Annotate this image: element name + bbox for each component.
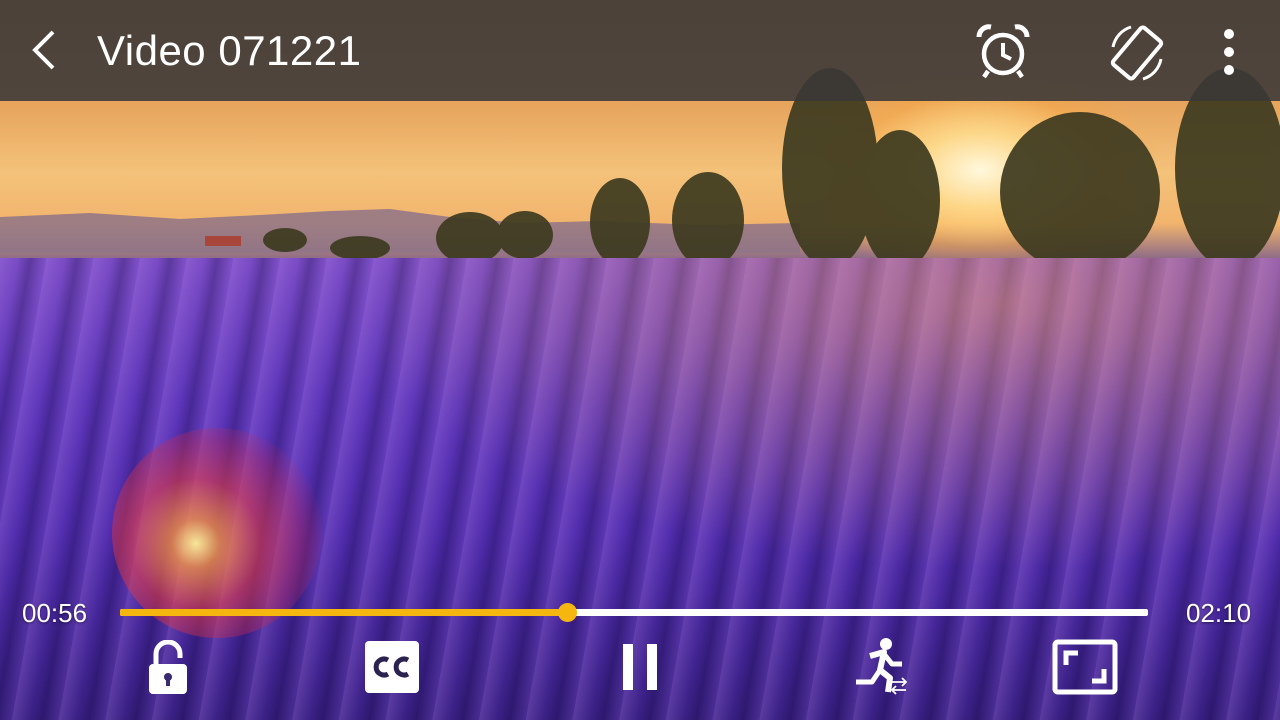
pause-icon (623, 644, 657, 690)
alarm-clock-icon (973, 21, 1033, 81)
rotate-screen-button[interactable] (1102, 20, 1172, 86)
fullscreen-icon (1052, 639, 1118, 695)
closed-captions-icon (364, 640, 420, 694)
screen-rotation-icon (1105, 21, 1169, 85)
sleep-timer-button[interactable] (970, 18, 1036, 84)
total-duration: 02:10 (1186, 598, 1252, 628)
pause-button[interactable] (612, 636, 668, 698)
unlocked-padlock-icon (146, 640, 190, 696)
seek-bar[interactable] (120, 603, 1148, 622)
top-app-bar: Video 071221 (0, 0, 1280, 101)
playback-speed-button[interactable] (846, 632, 914, 700)
more-options-button[interactable] (1208, 22, 1250, 82)
back-arrow-icon (29, 30, 59, 70)
screen-lock-button[interactable] (140, 636, 196, 700)
video-title: Video 071221 (97, 27, 362, 74)
back-button[interactable] (22, 26, 66, 74)
running-person-speed-icon (850, 636, 910, 696)
current-time: 00:56 (22, 598, 88, 628)
fullscreen-button[interactable] (1048, 634, 1122, 700)
more-vertical-icon (1222, 27, 1236, 77)
seek-bar-progress (120, 609, 568, 616)
closed-captions-button[interactable] (360, 636, 424, 698)
